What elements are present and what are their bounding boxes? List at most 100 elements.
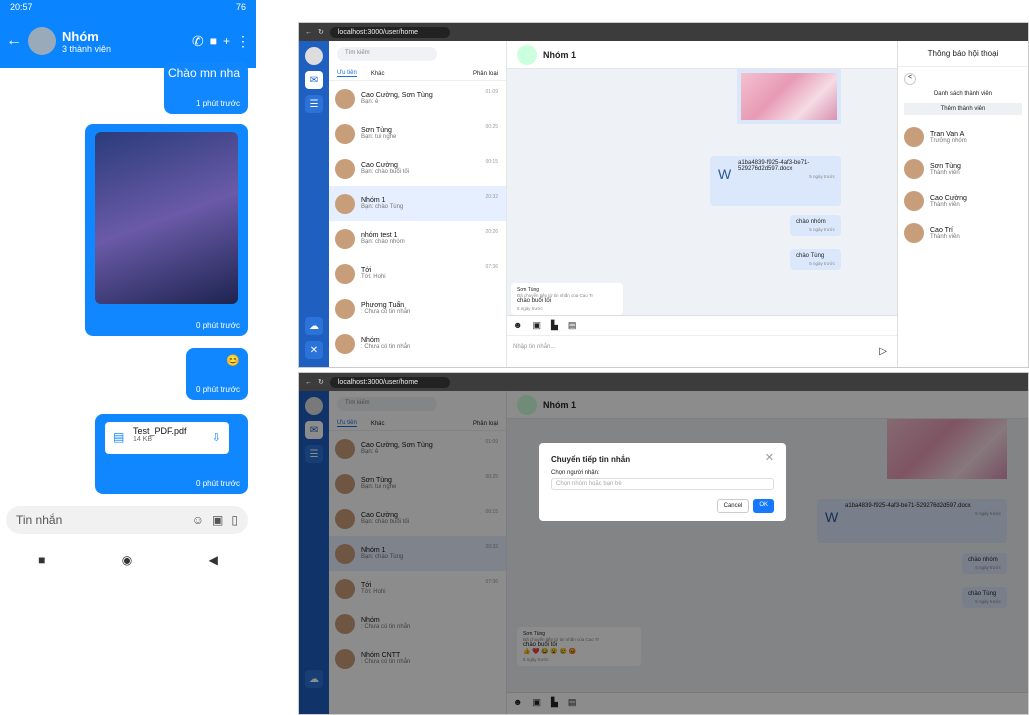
- image-icon[interactable]: ▣: [532, 320, 541, 331]
- ok-button[interactable]: OK: [753, 499, 774, 513]
- cloud-icon[interactable]: ☁: [305, 317, 323, 335]
- back-icon[interactable]: ◀: [209, 553, 218, 567]
- recent-apps-icon[interactable]: ■: [38, 553, 45, 567]
- send-icon[interactable]: ▷: [879, 346, 887, 357]
- conversation-row[interactable]: Cao Cường Bạn: chào buổi tối 00:15: [329, 151, 506, 186]
- conversation-row[interactable]: Sơn Tùng Bạn: tui nghe 00:25: [329, 116, 506, 151]
- emoji-icon[interactable]: ☺: [192, 513, 204, 527]
- message-text: chào nhóm: [796, 219, 826, 225]
- add-user-icon[interactable]: +: [223, 34, 230, 48]
- modal-overlay[interactable]: [299, 391, 1028, 714]
- tab-other[interactable]: Khác: [371, 71, 385, 77]
- download-icon[interactable]: ⇩: [212, 431, 221, 444]
- list-tabs: Ưu tiên Khác Phân loại: [329, 67, 506, 81]
- image-icon[interactable]: ▣: [212, 513, 223, 527]
- member-row[interactable]: Cao Trí Thành viên: [898, 217, 1028, 249]
- member-name: Sơn Tùng: [930, 162, 961, 170]
- member-role: Thành viên: [930, 169, 960, 176]
- conversation-preview: : Chưa có tin nhắn: [361, 309, 411, 315]
- back-icon[interactable]: ←: [305, 29, 312, 36]
- tools-icon[interactable]: ✕: [305, 341, 323, 359]
- message-input[interactable]: Nhập tin nhắn...: [507, 335, 897, 358]
- search-input[interactable]: Tìm kiếm: [337, 47, 437, 61]
- image-message[interactable]: [737, 69, 841, 124]
- chat-icon[interactable]: ✉: [305, 71, 323, 89]
- emoji-message[interactable]: 😊 0 phút trước: [186, 348, 248, 400]
- avatar: [335, 193, 355, 214]
- contacts-icon[interactable]: ☰: [305, 95, 323, 113]
- status-bar: 20:57 76: [0, 0, 256, 14]
- conversation-name: Cao Cường: [361, 162, 398, 169]
- avatar: [335, 333, 355, 354]
- message-image: [95, 132, 238, 304]
- address-bar[interactable]: localhost:3000/user/home: [329, 26, 450, 38]
- close-icon[interactable]: ✕: [765, 451, 774, 464]
- conversation-row[interactable]: Nhóm: Chưa có tin nhắn: [329, 326, 506, 361]
- conversation-name: Nhóm 1: [361, 197, 386, 204]
- message-composer: ☻ ▣ ▙ ▤ Nhập tin nhắn... ▷: [507, 315, 897, 367]
- member-row[interactable]: Cao Cường Thành viên: [898, 185, 1028, 217]
- conversation-row[interactable]: Phương Tuấn: Chưa có tin nhắn: [329, 291, 506, 326]
- reload-icon[interactable]: ↻: [318, 378, 324, 386]
- conversation-row[interactable]: nhóm test 1 Bạn: chào nhóm 20:26: [329, 221, 506, 256]
- message-bubble[interactable]: Chào mn nha 1 phút trước: [164, 62, 248, 114]
- conversation-preview: Tới: Hohi: [361, 274, 386, 280]
- input-placeholder: Tin nhắn: [16, 513, 63, 527]
- back-icon[interactable]: <: [904, 73, 916, 85]
- message-text: chào Tùng: [796, 253, 825, 259]
- message-time: 1 phút trước: [196, 99, 240, 108]
- message-bubble[interactable]: chào nhóm 5 ngày trước: [790, 215, 841, 236]
- image-message[interactable]: 0 phút trước: [85, 124, 248, 336]
- conversation-row[interactable]: Cao Cường, Sơn Tùng Bạn: ê 01:09: [329, 81, 506, 116]
- mobile-app: 20:57 76 ← Nhóm 3 thành viên ✆ ■ + ⋮ Chà…: [0, 0, 256, 715]
- conversation-preview: Bạn: chào Tùng: [361, 204, 404, 210]
- member-name: Cao Trí: [930, 226, 953, 234]
- tab-priority[interactable]: Ưu tiên: [337, 70, 357, 77]
- message-list: Chào mn nha 1 phút trước 0 phút trước 😊 …: [0, 62, 256, 494]
- file-message[interactable]: W a1ba4839-f925-4af3-be71-529276d2d597.d…: [710, 156, 841, 206]
- more-icon[interactable]: ⋮: [236, 33, 250, 50]
- message-time: 0 phút trước: [196, 479, 240, 488]
- info-title: Thông báo hội thoại: [898, 41, 1028, 67]
- address-bar[interactable]: localhost:3000/user/home: [329, 376, 450, 388]
- file-card[interactable]: ▤ Test_PDF.pdf 14 KB ⇩: [105, 422, 229, 454]
- conversation-name: nhóm test 1: [361, 232, 398, 239]
- phone-icon[interactable]: ✆: [192, 33, 204, 50]
- group-avatar: [517, 44, 537, 65]
- card-icon[interactable]: ▤: [568, 320, 577, 331]
- reload-icon[interactable]: ↻: [318, 28, 324, 36]
- avatar: [904, 127, 924, 147]
- avatar: [904, 191, 924, 211]
- video-icon[interactable]: ■: [210, 34, 217, 48]
- avatar: [904, 159, 924, 179]
- message-input[interactable]: Tin nhắn ☺ ▣ ▯: [6, 506, 248, 534]
- forwarded-message[interactable]: Sơn Tùng Đã chuyển tiếp từ tin nhắn của …: [511, 283, 623, 315]
- profile-avatar[interactable]: [305, 47, 323, 65]
- conversation-time: 07:36: [485, 264, 498, 270]
- add-member-button[interactable]: Thêm thành viên: [904, 103, 1022, 115]
- member-role: Thành viên: [930, 233, 960, 240]
- word-file-icon: W: [718, 166, 732, 182]
- members-title: Danh sách thành viên: [933, 91, 993, 97]
- conversation-row[interactable]: Nhóm 1 Bạn: chào Tùng 20:32: [329, 186, 506, 221]
- back-arrow-icon[interactable]: ←: [6, 32, 22, 50]
- attach-icon[interactable]: ▙: [551, 320, 558, 331]
- message-bubble[interactable]: chào Tùng 5 ngày trước: [790, 249, 841, 270]
- cancel-button[interactable]: Cancel: [716, 499, 750, 513]
- file-icon[interactable]: ▯: [231, 513, 238, 527]
- home-icon[interactable]: ◉: [122, 553, 132, 567]
- tab-category[interactable]: Phân loại: [473, 71, 498, 77]
- recipient-label: Chọn người nhận:: [551, 470, 600, 476]
- back-icon[interactable]: ←: [305, 379, 312, 386]
- conversation-row[interactable]: Tới Tới: Hohi 07:36: [329, 256, 506, 291]
- member-role: Thành viên: [930, 201, 960, 208]
- conversation-preview: : Chưa có tin nhắn: [361, 344, 411, 350]
- browser-toolbar: ← ↻ localhost:3000/user/home: [299, 23, 1028, 41]
- conversation-time: 00:15: [485, 159, 498, 165]
- file-message[interactable]: ▤ Test_PDF.pdf 14 KB ⇩ 0 phút trước: [95, 414, 248, 494]
- android-nav-bar: ■ ◉ ◀: [0, 548, 256, 572]
- recipient-select[interactable]: Chọn nhóm hoặc bạn bè: [551, 478, 774, 490]
- member-row[interactable]: Tran Van A Trưởng nhóm: [898, 121, 1028, 153]
- member-row[interactable]: Sơn Tùng Thành viên: [898, 153, 1028, 185]
- emoji-icon[interactable]: ☻: [513, 320, 522, 331]
